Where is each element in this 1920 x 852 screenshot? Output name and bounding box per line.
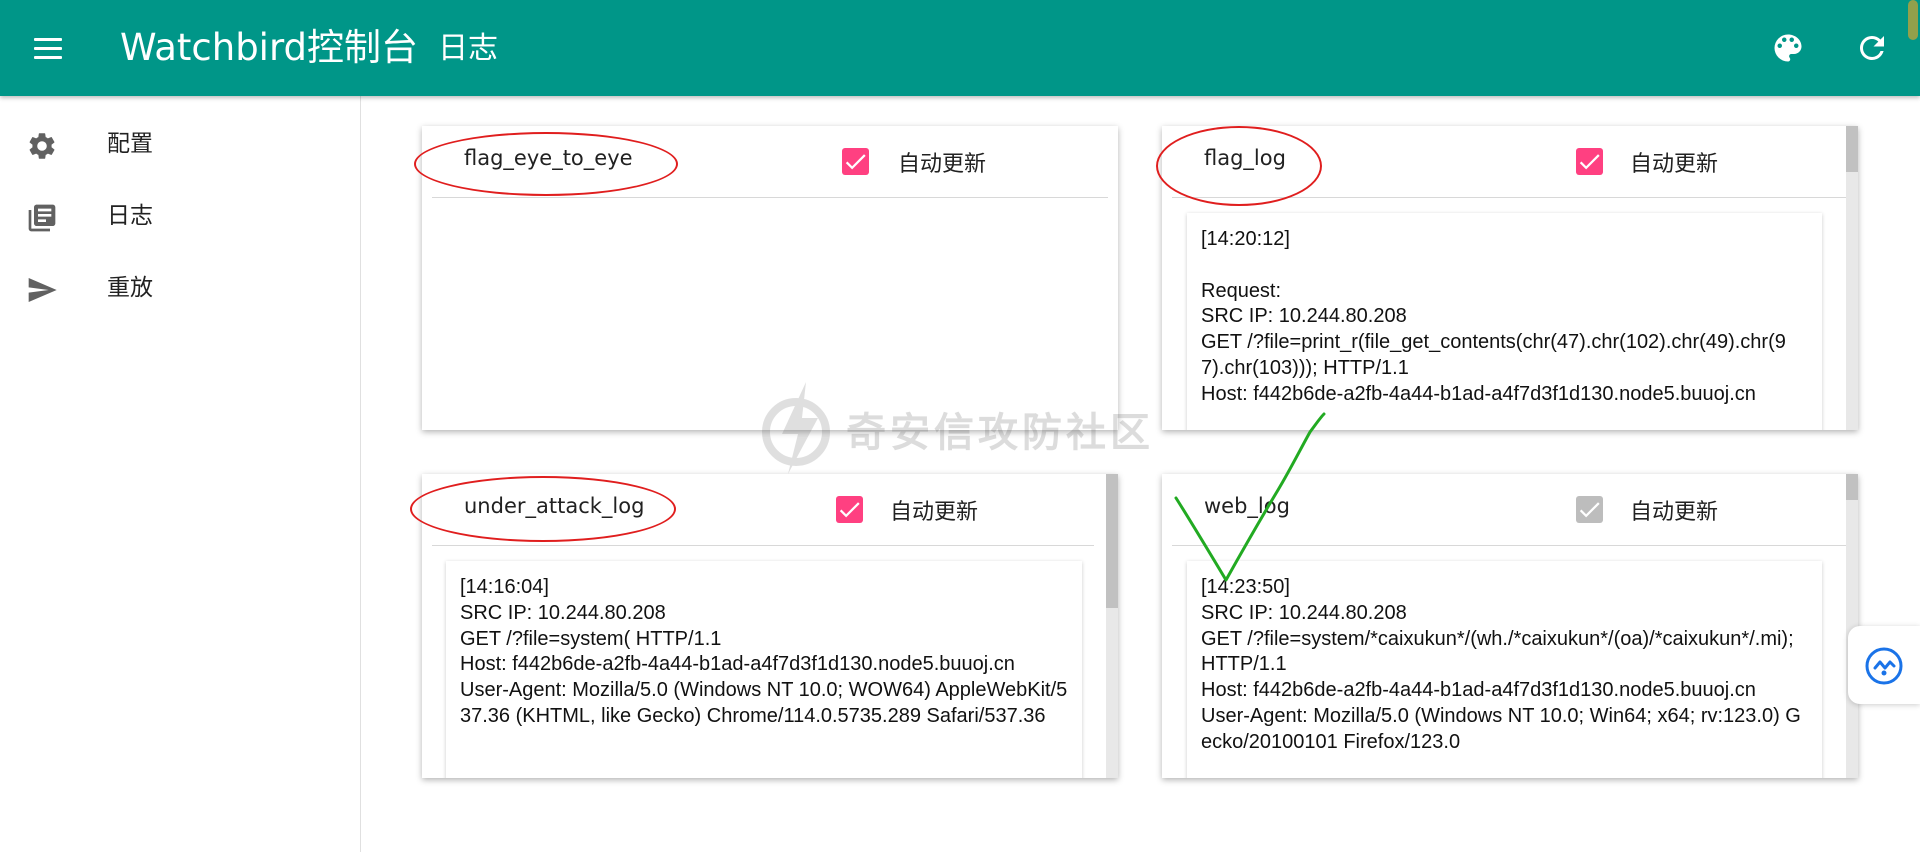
log-card-under-attack-log: under_attack_log 自动更新 [14:16:04] SRC IP:…: [422, 474, 1118, 778]
auto-update-checkbox[interactable]: [842, 148, 869, 175]
log-card-flag-log: flag_log 自动更新 [14:20:12] Request: SRC IP…: [1162, 126, 1858, 430]
refresh-icon[interactable]: [1854, 30, 1890, 66]
card-title: web_log: [1204, 494, 1290, 518]
auto-update-label: 自动更新: [898, 152, 987, 177]
auto-update-label: 自动更新: [890, 500, 979, 525]
app-bar: Watchbird控制台 日志: [0, 0, 1920, 96]
sidebar-item-replay[interactable]: 重放: [0, 258, 360, 318]
app-title: Watchbird控制台: [120, 26, 419, 69]
floating-assistant-button[interactable]: [1848, 626, 1920, 704]
card-divider: [432, 545, 1094, 546]
log-text: [14:23:50] SRC IP: 10.244.80.208 GET /?f…: [1201, 576, 1801, 753]
menu-icon[interactable]: [30, 30, 66, 66]
auto-update-label: 自动更新: [1630, 152, 1719, 177]
card-divider: [1172, 545, 1848, 546]
auto-update-checkbox[interactable]: [836, 496, 863, 523]
card-title: flag_eye_to_eye: [464, 146, 633, 170]
page-title: 日志: [438, 31, 498, 66]
card-header: under_attack_log 自动更新: [422, 474, 1118, 544]
card-divider: [1172, 197, 1848, 198]
send-icon: [26, 274, 58, 306]
log-card-web-log: web_log 自动更新 [14:23:50] SRC IP: 10.244.8…: [1162, 474, 1858, 778]
auto-update-checkbox[interactable]: [1576, 148, 1603, 175]
library-books-icon: [26, 202, 58, 234]
sidebar-item-logs[interactable]: 日志: [0, 186, 360, 246]
card-scrollbar[interactable]: [1106, 474, 1118, 778]
log-content: [14:20:12] Request: SRC IP: 10.244.80.20…: [1187, 213, 1822, 430]
card-scrollbar[interactable]: [1846, 126, 1858, 430]
log-card-flag-eye-to-eye: flag_eye_to_eye 自动更新: [422, 126, 1118, 430]
card-header: flag_log 自动更新: [1162, 126, 1858, 196]
sidebar-item-label: 日志: [107, 203, 153, 229]
log-text: [14:20:12] Request: SRC IP: 10.244.80.20…: [1201, 228, 1786, 405]
sidebar: 配置 日志 重放: [0, 96, 361, 852]
sidebar-item-label: 重放: [107, 275, 153, 301]
page-scroll-indicator[interactable]: [1908, 0, 1918, 40]
card-title: under_attack_log: [464, 494, 645, 518]
log-content: [14:16:04] SRC IP: 10.244.80.208 GET /?f…: [446, 561, 1082, 778]
palette-icon[interactable]: [1770, 30, 1806, 66]
log-text: [14:16:04] SRC IP: 10.244.80.208 GET /?f…: [460, 576, 1068, 727]
card-title: flag_log: [1204, 146, 1286, 170]
auto-update-label: 自动更新: [1630, 500, 1719, 525]
sidebar-item-config[interactable]: 配置: [0, 114, 360, 174]
log-content: [14:23:50] SRC IP: 10.244.80.208 GET /?f…: [1187, 561, 1822, 778]
card-header: flag_eye_to_eye 自动更新: [422, 126, 1118, 196]
card-divider: [432, 197, 1108, 198]
assistant-icon: [1865, 647, 1903, 685]
card-header: web_log 自动更新: [1162, 474, 1858, 544]
gear-icon: [26, 130, 58, 162]
sidebar-item-label: 配置: [107, 131, 153, 157]
auto-update-checkbox[interactable]: [1576, 496, 1603, 523]
